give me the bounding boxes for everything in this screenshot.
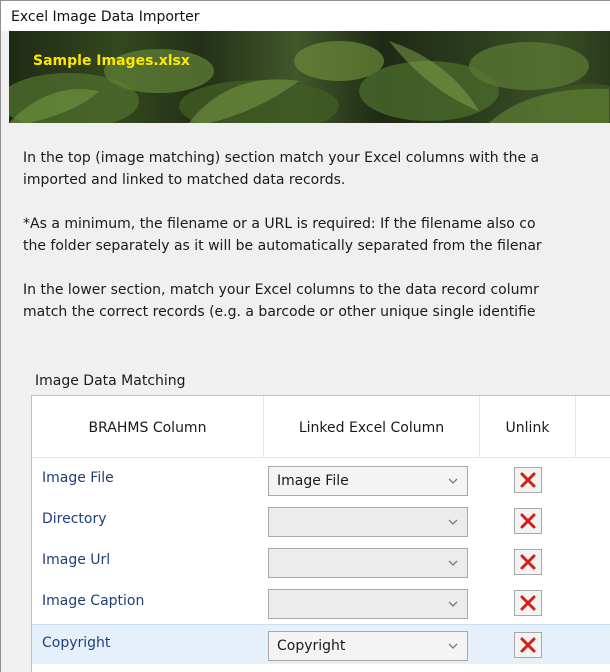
table-row[interactable]: Image Url <box>32 542 610 582</box>
header-unlink[interactable]: Unlink <box>480 396 576 458</box>
instruction-paragraph-2: *As a minimum, the filename or a URL is … <box>23 216 542 254</box>
header-banner: Sample Images.xlsx <box>9 31 610 123</box>
red-x-icon <box>520 637 536 653</box>
header-brahms-column[interactable]: BRAHMS Column <box>32 396 264 458</box>
linked-excel-column-dropdown[interactable] <box>268 548 468 578</box>
table-row[interactable]: Directory <box>32 501 610 541</box>
grid-header: BRAHMS Column Linked Excel Column Unlink <box>32 396 610 458</box>
title-bar: Excel Image Data Importer <box>1 1 610 31</box>
image-matching-grid: BRAHMS Column Linked Excel Column Unlink… <box>31 395 610 672</box>
table-row[interactable]: Image File Image File <box>32 460 610 500</box>
brahms-column-name: Copyright <box>42 635 111 651</box>
linked-excel-column-dropdown[interactable]: Image File <box>268 466 468 496</box>
linked-excel-column-dropdown[interactable]: Copyright <box>268 631 468 661</box>
linked-excel-column-dropdown[interactable] <box>268 589 468 619</box>
linked-excel-column-dropdown[interactable] <box>268 507 468 537</box>
content-area: In the top (image matching) section matc… <box>9 123 610 672</box>
brahms-column-name: Image File <box>42 470 114 486</box>
red-x-icon <box>520 472 536 488</box>
dropdown-value: Image File <box>277 473 349 489</box>
importer-window: Excel Image Data Importer Sample Images.… <box>0 0 610 672</box>
unlink-button[interactable] <box>514 467 542 493</box>
chevron-down-icon <box>448 519 458 525</box>
chevron-down-icon <box>448 643 458 649</box>
instruction-paragraph-1: In the top (image matching) section matc… <box>23 150 540 188</box>
brahms-column-name: Image Url <box>42 552 111 568</box>
unlink-button[interactable] <box>514 549 542 575</box>
chevron-down-icon <box>448 560 458 566</box>
red-x-icon <box>520 554 536 570</box>
unlink-button[interactable] <box>514 590 542 616</box>
brahms-column-name: Image Caption <box>42 593 145 609</box>
chevron-down-icon <box>448 478 458 484</box>
image-data-matching-label: Image Data Matching <box>35 373 186 389</box>
dropdown-value: Copyright <box>277 638 346 654</box>
unlink-button[interactable] <box>514 632 542 658</box>
window-title: Excel Image Data Importer <box>11 9 200 25</box>
instruction-paragraph-3: In the lower section, match your Excel c… <box>23 282 539 320</box>
header-linked-excel-column[interactable]: Linked Excel Column <box>264 396 480 458</box>
workbook-filename: Sample Images.xlsx <box>33 53 190 69</box>
red-x-icon <box>520 595 536 611</box>
chevron-down-icon <box>448 601 458 607</box>
brahms-column-name: Directory <box>42 511 107 527</box>
unlink-button[interactable] <box>514 508 542 534</box>
red-x-icon <box>520 513 536 529</box>
table-row-selected[interactable]: Copyright Copyright <box>32 624 610 664</box>
foliage-banner-image <box>9 41 610 123</box>
table-row[interactable]: Image Caption <box>32 583 610 623</box>
